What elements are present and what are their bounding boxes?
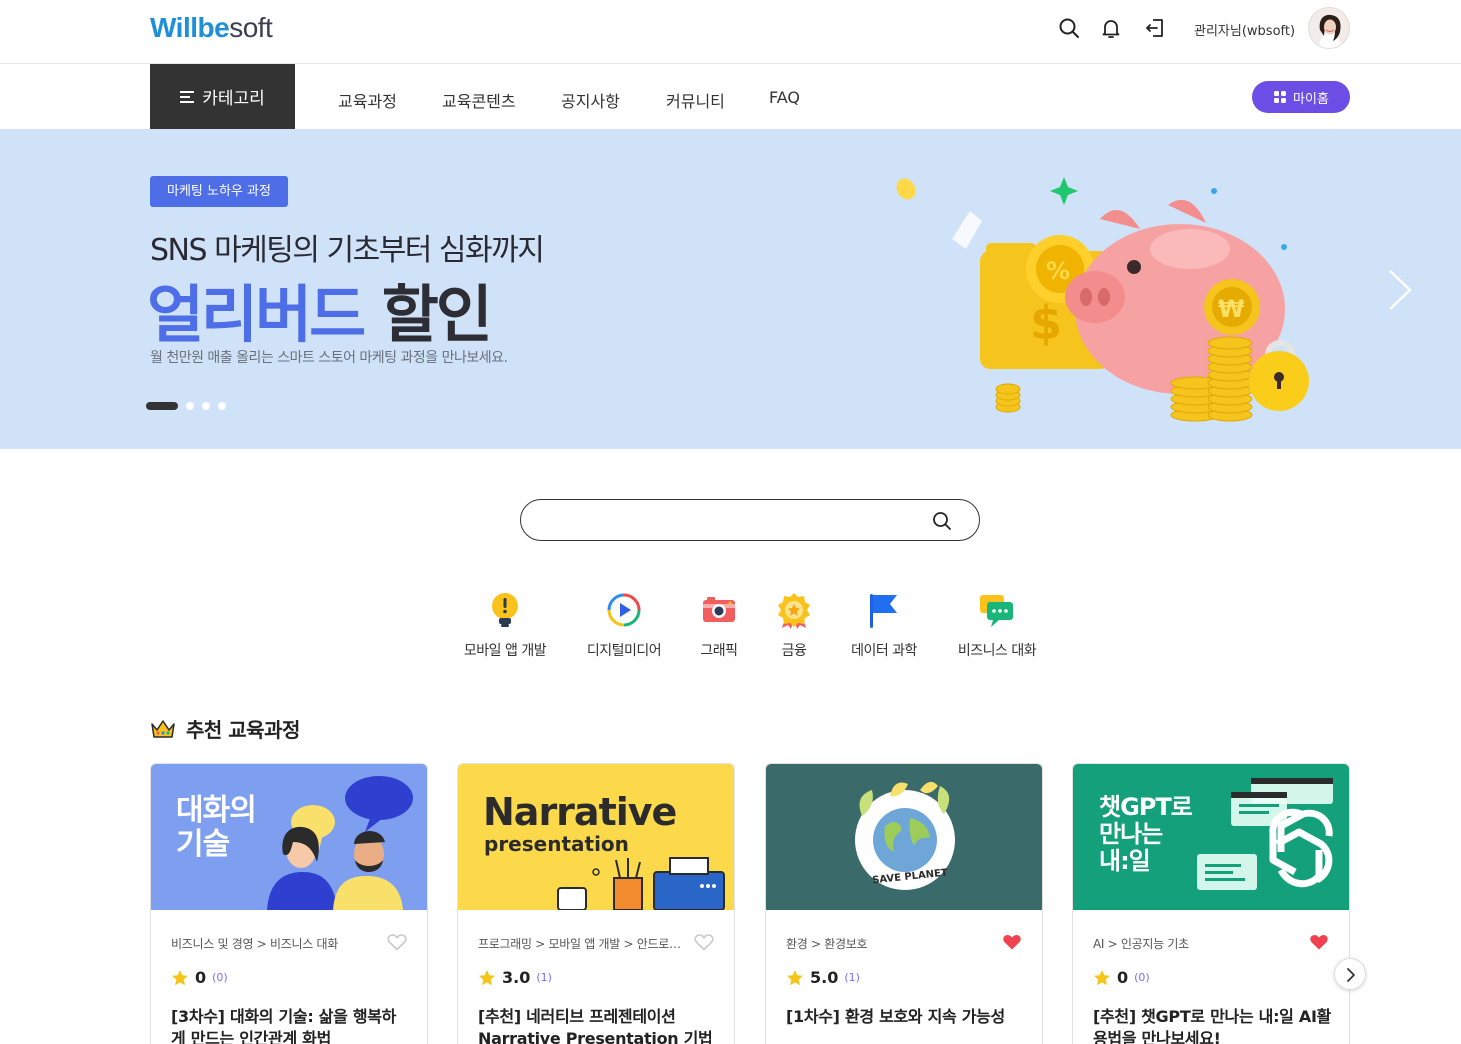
- banner-badge: 마케팅 노하우 과정: [150, 176, 288, 207]
- hero-banner[interactable]: 마케팅 노하우 과정 SNS 마케팅의 기초부터 심화까지 얼리버드 할인 월 …: [0, 129, 1461, 449]
- course-breadcrumb[interactable]: 비즈니스 및 경영 > 비즈니스 대화: [171, 935, 381, 952]
- desk-illustration: [557, 857, 725, 910]
- course-thumbnail: SAVE PLANET: [766, 764, 1042, 910]
- course-breadcrumb[interactable]: 프로그래밍 > 모바일 앱 개발 > 안드로이드: [478, 935, 688, 952]
- search-input[interactable]: [541, 508, 931, 532]
- course-card[interactable]: 챗GPT로 만나는 내:일 AI > 인공지능 기초 0 (0) [추천] 챗G…: [1072, 763, 1350, 1044]
- grid-icon: [1274, 91, 1287, 103]
- save-planet-sticker-illustration: SAVE PLANET: [855, 781, 955, 890]
- category-label: 모바일 앱 개발: [463, 643, 547, 659]
- course-card[interactable]: 대화의 기술 비즈니스 및 경영 > 비즈니스 대화 0 (0) [3차수] 대…: [150, 763, 428, 1044]
- banner-description: 월 천만원 매출 올리는 스마트 스토어 마케팅 과정을 만나보세요.: [150, 350, 508, 366]
- main-nav: 카테고리 교육과정 교육콘텐츠 공지사항 커뮤니티 FAQ 마이홈: [0, 64, 1461, 129]
- search-icon[interactable]: [931, 510, 953, 532]
- svg-text:₩: ₩: [1218, 295, 1245, 323]
- nav-item-courses[interactable]: 교육과정: [338, 88, 397, 112]
- menu-icon: [180, 90, 195, 103]
- chatgpt-logo-illustration: [1197, 778, 1333, 890]
- star-icon: [479, 969, 495, 985]
- course-card[interactable]: Narrative presentation 프로그래밍 > 모바일 앱 개발 …: [457, 763, 735, 1044]
- course-thumbnail: 챗GPT로 만나는 내:일: [1073, 764, 1349, 910]
- category-data-science[interactable]: 데이터 과학: [824, 590, 944, 660]
- search-bar: [520, 499, 980, 541]
- medal-icon: [778, 593, 810, 629]
- banner-title: 얼리버드 할인: [147, 278, 493, 351]
- course-breadcrumb[interactable]: 환경 > 환경보호: [786, 935, 996, 952]
- star-icon: [172, 969, 188, 985]
- category-menu-label: 카테고리: [202, 89, 265, 109]
- bell-icon[interactable]: [1099, 16, 1123, 40]
- category-label: 비즈니스 대화: [957, 643, 1037, 659]
- lightbulb-icon: [492, 593, 518, 627]
- banner-dot-4[interactable]: [218, 402, 226, 410]
- piggy-bank-illustration: $ % ₩: [896, 177, 1309, 422]
- course-card[interactable]: SAVE PLANET 환경 > 환경보호 5.0 (1) [1차수] 환경 보…: [765, 763, 1043, 1044]
- heart-filled-icon[interactable]: [1002, 933, 1022, 951]
- banner-next-arrow-icon[interactable]: [1384, 269, 1414, 311]
- flag-icon: [870, 594, 897, 628]
- category-business-talk[interactable]: 비즈니스 대화: [937, 590, 1057, 660]
- heart-filled-icon[interactable]: [1309, 933, 1329, 951]
- course-thumbnail: Narrative presentation: [458, 764, 734, 910]
- thumbnail-text: 대화의 기술: [176, 793, 257, 862]
- thumbnail-text: 챗GPT로 만나는 내:일: [1099, 793, 1193, 875]
- course-rating: 3.0 (1): [478, 968, 552, 987]
- crown-icon: [151, 719, 175, 738]
- category-mobile-app[interactable]: 모바일 앱 개발: [445, 590, 565, 660]
- course-rating: 5.0 (1): [786, 968, 860, 987]
- thumbnail-text: Narrative: [483, 790, 677, 834]
- svg-text:%: %: [1046, 257, 1070, 285]
- course-breadcrumb[interactable]: AI > 인공지능 기초: [1093, 935, 1303, 952]
- star-icon: [1094, 969, 1110, 985]
- myhome-button[interactable]: 마이홈: [1252, 81, 1350, 113]
- svg-text:$: $: [1030, 296, 1062, 350]
- search-icon[interactable]: [1057, 16, 1081, 40]
- user-name[interactable]: 관리자님(wbsoft): [1194, 20, 1295, 39]
- course-thumbnail: 대화의 기술: [151, 764, 427, 910]
- banner-dot-1[interactable]: [146, 402, 178, 410]
- course-rating: 0 (0): [171, 968, 228, 987]
- section-title: 추천 교육과정: [150, 714, 300, 743]
- logo[interactable]: Willbesoft: [150, 12, 273, 44]
- star-icon: [787, 969, 803, 985]
- banner-subtitle: SNS 마케팅의 기초부터 심화까지: [150, 233, 545, 268]
- page: Willbesoft 관리자님(wbsoft) 카테고리 교육과정 교육콘텐츠 …: [0, 0, 1461, 1044]
- banner-dot-2[interactable]: [186, 402, 194, 410]
- people-talking-illustration: [267, 776, 413, 910]
- avatar[interactable]: [1308, 7, 1350, 49]
- logout-icon[interactable]: [1143, 16, 1167, 40]
- camera-icon: [703, 597, 735, 622]
- nav-item-notices[interactable]: 공지사항: [561, 88, 620, 112]
- course-rating: 0 (0): [1093, 968, 1150, 987]
- chat-bubble-icon: [980, 595, 1013, 627]
- top-header: Willbesoft 관리자님(wbsoft): [0, 0, 1461, 64]
- course-slider-next-button[interactable]: [1334, 958, 1366, 990]
- heart-outline-icon[interactable]: [387, 933, 407, 951]
- heart-outline-icon[interactable]: [694, 933, 714, 951]
- course-title[interactable]: [1차수] 환경 보호와 지속 가능성: [786, 1006, 1024, 1028]
- myhome-label: 마이홈: [1293, 91, 1329, 107]
- chevron-right-icon: [1347, 968, 1355, 982]
- play-circle-icon: [607, 593, 641, 627]
- category-menu-button[interactable]: 카테고리: [150, 64, 295, 129]
- nav-item-community[interactable]: 커뮤니티: [666, 88, 725, 112]
- nav-item-faq[interactable]: FAQ: [769, 88, 800, 107]
- nav-item-contents[interactable]: 교육콘텐츠: [442, 88, 516, 112]
- course-title[interactable]: [추천] 챗GPT로 만나는 내:일 AI활용법을 만나보세요!: [1093, 1006, 1331, 1044]
- banner-dot-3[interactable]: [202, 402, 210, 410]
- category-label: 데이터 과학: [851, 643, 917, 659]
- course-title[interactable]: [3차수] 대화의 기술: 삶을 행복하게 만드는 인간관계 화법: [171, 1006, 409, 1044]
- course-title[interactable]: [추천] 네러티브 프레젠테이션 Narrative Presentation …: [478, 1006, 716, 1044]
